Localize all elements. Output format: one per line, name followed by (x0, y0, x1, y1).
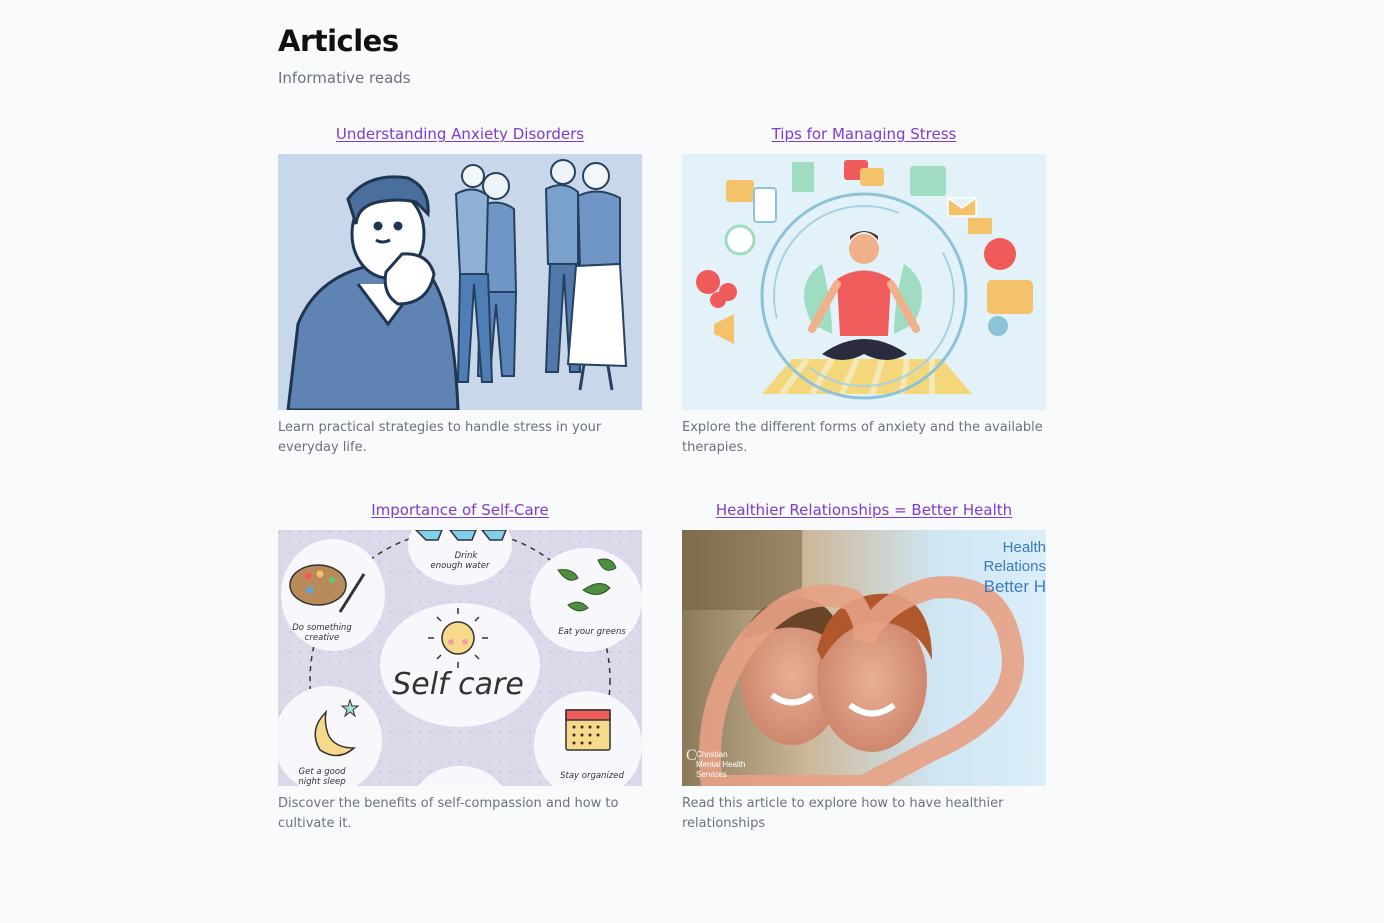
svg-text:Do something: Do something (292, 623, 352, 633)
self-care-illustration[interactable]: Self care Drink enough water Do somethin… (278, 530, 642, 786)
svg-text:night sleep: night sleep (298, 777, 345, 786)
article-description: Learn practical strategies to handle str… (278, 420, 602, 455)
articles-section: Articles Informative reads Understanding… (278, 20, 1046, 831)
page-subtitle: Informative reads (278, 69, 411, 87)
svg-text:Stay organized: Stay organized (560, 771, 624, 781)
logo-text-line1: Christian (696, 750, 728, 759)
image-text-line1: Health (1003, 539, 1046, 556)
meditating-man-illustration[interactable] (682, 154, 1046, 410)
svg-text:Drink: Drink (455, 551, 479, 561)
logo-text-line3: Services (696, 770, 727, 779)
self-care-center-text: Self care (392, 667, 524, 702)
svg-text:Eat your greens: Eat your greens (558, 627, 626, 637)
image-text-line3: Better H (984, 577, 1046, 596)
article-link-stress[interactable]: Tips for Managing Stress (682, 120, 1046, 148)
article-link-relationships[interactable]: Healthier Relationships = Better Health (682, 496, 1046, 524)
logo-text-line2: Mental Health (696, 760, 745, 769)
article-card: Tips for Managing Stress Explore the dif… (682, 120, 1046, 456)
svg-text:creative: creative (305, 633, 340, 643)
article-link-anxiety[interactable]: Understanding Anxiety Disorders (278, 120, 642, 148)
article-card: Importance of Self-Care Self care Drink … (278, 496, 642, 832)
image-text-line2: Relations (983, 558, 1046, 575)
svg-text:enough water: enough water (431, 561, 490, 571)
article-description: Read this article to explore how to have… (682, 796, 1004, 831)
page-title: Articles (278, 24, 399, 58)
article-description: Explore the different forms of anxiety a… (682, 420, 1043, 455)
article-description: Discover the benefits of self-compassion… (278, 796, 619, 831)
svg-text:Get a good: Get a good (299, 767, 347, 777)
article-link-self-care[interactable]: Importance of Self-Care (278, 496, 642, 524)
article-card: Healthier Relationships = Better Health (682, 496, 1046, 832)
articles-grid: Understanding Anxiety Disorders Learn pr… (278, 120, 1046, 832)
couple-heart-hands-photo[interactable]: Health Relations Better H C Christian Me… (682, 530, 1046, 786)
anxious-man-illustration[interactable] (278, 154, 642, 410)
article-card: Understanding Anxiety Disorders Learn pr… (278, 120, 642, 456)
